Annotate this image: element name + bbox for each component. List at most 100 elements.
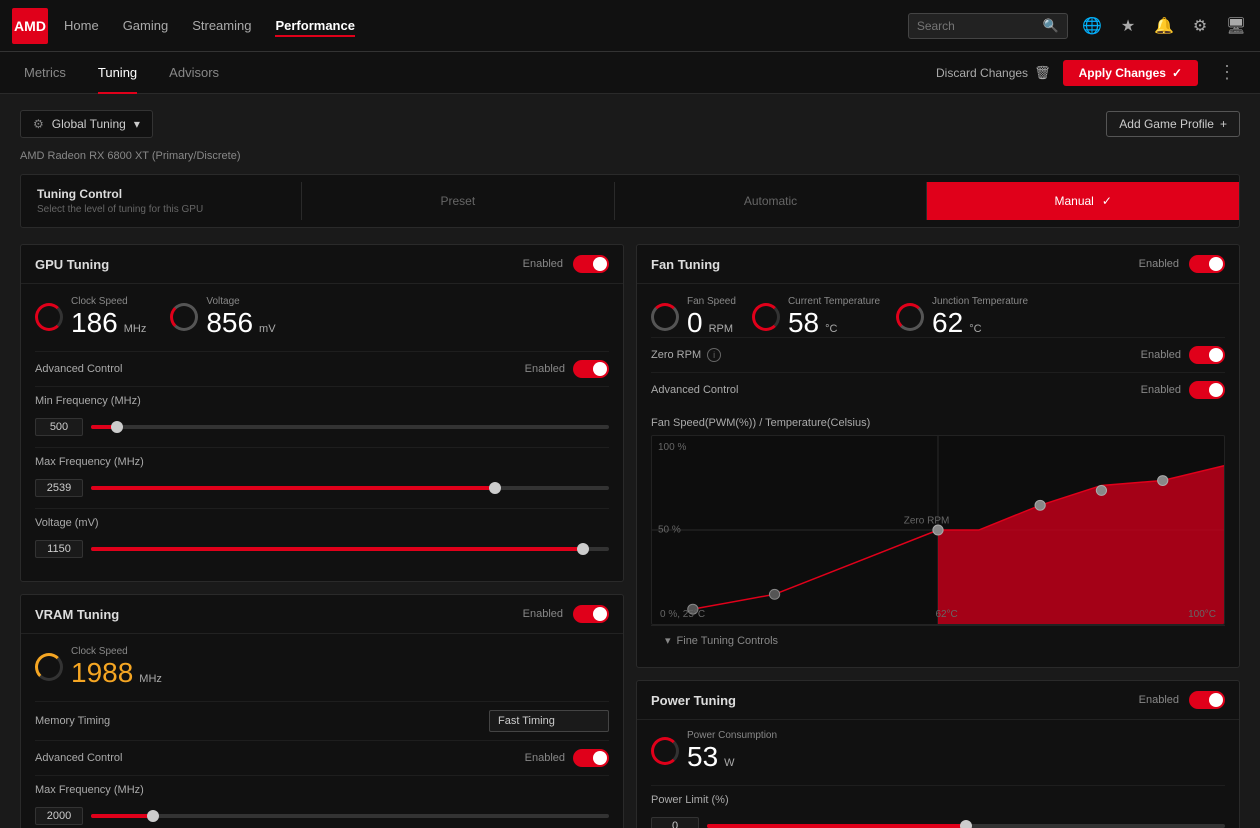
power-limit-row: Power Limit (%) 0: [651, 785, 1225, 828]
tab-advisors[interactable]: Advisors: [169, 52, 219, 94]
voltage-value: 856: [206, 309, 253, 337]
max-freq-row: Max Frequency (MHz) 2539: [35, 447, 609, 508]
voltage-unit: mV: [259, 323, 276, 335]
star-icon[interactable]: ★: [1116, 16, 1140, 36]
profile-name: Global Tuning: [52, 117, 126, 131]
power-knob: [651, 737, 679, 765]
vram-clock-label: Clock Speed: [71, 646, 162, 657]
add-game-profile-label: Add Game Profile: [1119, 117, 1214, 131]
clock-speed-unit: MHz: [124, 323, 147, 335]
gpu-tuning-panel: GPU Tuning Enabled Clock Speed: [20, 244, 624, 582]
nav-home[interactable]: Home: [64, 14, 99, 37]
nav-streaming[interactable]: Streaming: [192, 14, 251, 37]
fan-advanced-right: Enabled: [1141, 381, 1225, 399]
voltage-mv-track: 1150: [35, 537, 609, 561]
more-options-icon[interactable]: ⋮: [1218, 62, 1236, 83]
sub-nav: Metrics Tuning Advisors Discard Changes …: [0, 52, 1260, 94]
vram-tuning-body: Clock Speed 1988 MHz Memory Timing: [21, 634, 623, 828]
display-icon[interactable]: 🖥: [1224, 16, 1248, 36]
fan-speed-stat: Fan Speed 0 RPM: [651, 296, 736, 337]
power-tuning-header: Power Tuning Enabled: [637, 681, 1239, 720]
search-input[interactable]: [917, 19, 1037, 33]
fan-tuning-toggle[interactable]: [1189, 255, 1225, 273]
fan-tuning-stats: Fan Speed 0 RPM Current Temperature: [651, 296, 1225, 337]
vram-clock-unit: MHz: [139, 673, 162, 685]
tuning-manual[interactable]: Manual ✓: [926, 182, 1239, 220]
current-temp-stat: Current Temperature 58 °C: [752, 296, 880, 337]
gpu-enabled-label: Enabled: [523, 258, 563, 270]
amd-logo: AMD: [12, 8, 48, 44]
zero-rpm-toggle[interactable]: [1189, 346, 1225, 364]
power-tuning-toggle[interactable]: [1189, 691, 1225, 709]
nav-performance[interactable]: Performance: [275, 14, 354, 37]
fan-enabled-label: Enabled: [1139, 258, 1179, 270]
chart-y-100: 100 %: [658, 442, 686, 453]
fan-tuning-body: Fan Speed 0 RPM Current Temperature: [637, 284, 1239, 667]
nav-right: 🔍 🌐 ★ 🔔 ⚙ 🖥: [908, 13, 1248, 39]
clock-speed-value: 186: [71, 309, 118, 337]
current-temp-knob: [752, 303, 780, 331]
tuning-automatic[interactable]: Automatic: [614, 182, 927, 220]
vram-max-freq-label: Max Frequency (MHz): [35, 784, 609, 796]
gpu-stats-row: Clock Speed 186 MHz Voltage: [35, 296, 609, 337]
min-freq-value: 500: [35, 418, 83, 436]
vram-advanced-right: Enabled: [525, 749, 609, 767]
fan-speed-unit: RPM: [709, 323, 733, 335]
profile-selector[interactable]: ⚙ Global Tuning ▾: [20, 110, 153, 138]
tuning-preset[interactable]: Preset: [301, 182, 614, 220]
gear-icon[interactable]: ⚙: [1188, 16, 1212, 36]
max-freq-label: Max Frequency (MHz): [35, 456, 609, 468]
power-limit-slider[interactable]: [707, 824, 1225, 828]
chart-x-labels: 0 %, 25°C 62°C 100°C: [652, 609, 1224, 620]
main-content: ⚙ Global Tuning ▾ Add Game Profile + AMD…: [0, 94, 1260, 828]
memory-timing-select[interactable]: Fast Timing: [489, 710, 609, 732]
zero-rpm-label: Zero RPM: [651, 349, 701, 361]
discard-button[interactable]: Discard Changes 🗑: [936, 65, 1051, 81]
power-limit-label: Power Limit (%): [651, 794, 1225, 806]
current-temp-value: 58: [788, 309, 819, 337]
fan-speed-label: Fan Speed: [687, 296, 736, 307]
memory-timing-row: Memory Timing Fast Timing: [35, 701, 609, 740]
vram-tuning-toggle[interactable]: [573, 605, 609, 623]
clock-speed-stat: Clock Speed 186 MHz: [35, 296, 146, 337]
fan-chart[interactable]: 100 % 50 % Zero RPM: [651, 435, 1225, 625]
power-enabled-label: Enabled: [1139, 694, 1179, 706]
power-unit: W: [724, 757, 734, 769]
advanced-control-row: Advanced Control Enabled: [35, 351, 609, 386]
voltage-mv-value: 1150: [35, 540, 83, 558]
nav-links: Home Gaming Streaming Performance: [64, 14, 908, 37]
fan-advanced-control-row: Advanced Control Enabled: [651, 372, 1225, 407]
nav-gaming[interactable]: Gaming: [123, 14, 169, 37]
max-freq-track: 2539: [35, 476, 609, 500]
tab-tuning[interactable]: Tuning: [98, 52, 137, 94]
fan-tuning-header-right: Enabled: [1139, 255, 1225, 273]
advanced-control-toggle[interactable]: [573, 360, 609, 378]
gpu-tuning-toggle[interactable]: [573, 255, 609, 273]
globe-icon[interactable]: 🌐: [1080, 16, 1104, 36]
max-freq-slider[interactable]: [91, 486, 609, 490]
bell-icon[interactable]: 🔔: [1152, 16, 1176, 36]
tab-metrics[interactable]: Metrics: [24, 52, 66, 94]
memory-timing-right: Fast Timing: [489, 710, 609, 732]
vram-max-freq-slider[interactable]: [91, 814, 609, 818]
fine-tuning-bar[interactable]: ▾ Fine Tuning Controls: [651, 625, 1225, 655]
advanced-enabled-text: Enabled: [525, 363, 565, 375]
chart-x-mid: 62°C: [935, 609, 957, 620]
fan-advanced-enabled: Enabled: [1141, 384, 1181, 396]
voltage-mv-label: Voltage (mV): [35, 517, 609, 529]
min-freq-slider[interactable]: [91, 425, 609, 429]
vram-advanced-toggle[interactable]: [573, 749, 609, 767]
tuning-options: Preset Automatic Manual ✓: [301, 182, 1239, 220]
voltage-mv-slider[interactable]: [91, 547, 609, 551]
apply-changes-button[interactable]: Apply Changes ✓: [1063, 60, 1198, 86]
gpu-tuning-body: Clock Speed 186 MHz Voltage: [21, 284, 623, 581]
add-game-profile-button[interactable]: Add Game Profile +: [1106, 111, 1240, 137]
search-box[interactable]: 🔍: [908, 13, 1068, 39]
junction-temp-label: Junction Temperature: [932, 296, 1028, 307]
fan-advanced-toggle[interactable]: [1189, 381, 1225, 399]
power-stats-row: Power Consumption 53 W: [651, 730, 1225, 771]
zero-rpm-info-icon[interactable]: i: [707, 348, 721, 362]
sub-nav-right: Discard Changes 🗑 Apply Changes ✓ ⋮: [936, 60, 1236, 86]
fine-tuning-label: Fine Tuning Controls: [677, 635, 779, 647]
min-freq-row: Min Frequency (MHz) 500: [35, 386, 609, 447]
